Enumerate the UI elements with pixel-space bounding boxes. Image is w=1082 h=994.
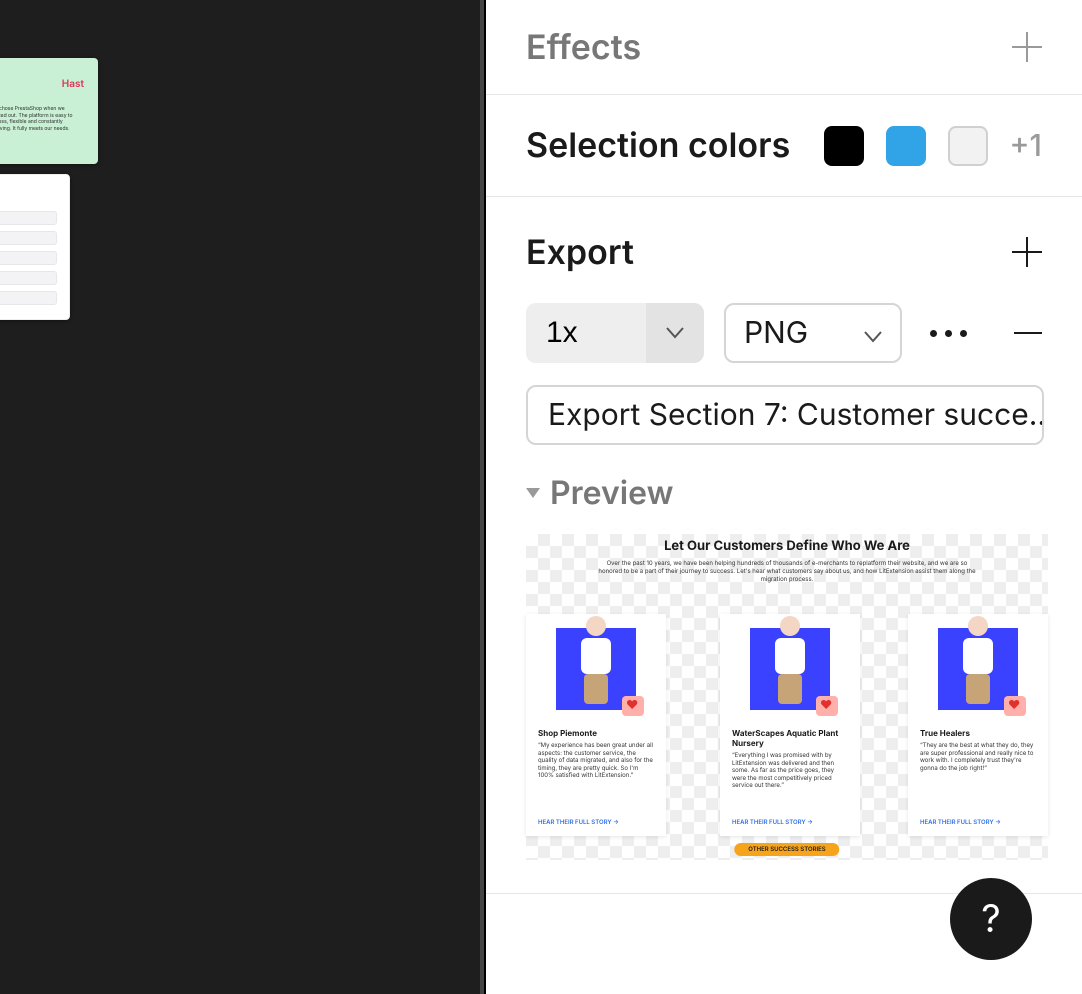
preview-toggle[interactable]: Preview: [526, 473, 1042, 512]
accordion-row: [0, 271, 57, 285]
heart-icon: [622, 696, 644, 716]
chevron-down-icon: [864, 331, 882, 343]
card-name: WaterScapes Aquatic Plant Nursery: [732, 728, 848, 748]
preview-label: Preview: [550, 473, 673, 512]
brand-label: Hast: [62, 78, 84, 90]
export-format-dropdown[interactable]: PNG: [724, 303, 902, 363]
export-scale-control[interactable]: [526, 303, 704, 363]
export-format-value: PNG: [744, 315, 808, 351]
add-effect-button[interactable]: [1012, 32, 1042, 62]
card-quote: “Everything I was promised with by LitEx…: [732, 752, 848, 790]
chevron-down-icon: [526, 488, 540, 498]
heart-icon: [1004, 696, 1026, 716]
card-quote: “My experience has been great under all …: [538, 742, 654, 780]
canvas-area[interactable]: Hast We chose PrestaShop when we started…: [0, 0, 486, 994]
canvas-frame-accordion[interactable]: ition: [0, 174, 70, 320]
color-swatch-grey[interactable]: [948, 126, 988, 166]
export-section: Export PNG: [486, 197, 1082, 890]
card-name: True Healers: [920, 728, 1036, 738]
selection-colors-title: Selection colors: [526, 125, 790, 166]
card-name: Shop Piemonte: [538, 728, 654, 738]
preview-subtitle: Over the past 10 years, we have been hel…: [594, 560, 980, 583]
selection-colors-section[interactable]: Selection colors +1: [486, 95, 1082, 197]
export-scale-dropdown[interactable]: [646, 303, 704, 363]
testimonial-card: True Healers “They are the best at what …: [908, 614, 1048, 836]
remove-export-button[interactable]: [1014, 332, 1042, 334]
color-swatch-black[interactable]: [824, 126, 864, 166]
help-button[interactable]: ?: [950, 878, 1032, 960]
accordion-row: [0, 251, 57, 265]
preview-heading: Let Our Customers Define Who We Are: [526, 538, 1048, 554]
color-swatch-blue[interactable]: [886, 126, 926, 166]
more-colors-indicator[interactable]: +1: [1010, 128, 1042, 164]
export-scale-input[interactable]: [526, 303, 646, 363]
testimonial-card: Shop Piemonte “My experience has been gr…: [526, 614, 666, 836]
card-link: HEAR THEIR FULL STORY →: [732, 819, 813, 826]
canvas-frame-testimonial[interactable]: Hast We chose PrestaShop when we started…: [0, 58, 98, 164]
help-icon: ?: [981, 896, 1000, 942]
heart-icon: [816, 696, 838, 716]
inspector-panel: Effects Selection colors +1 Export: [486, 0, 1082, 994]
export-options-button[interactable]: [930, 330, 967, 337]
accordion-row: [0, 211, 57, 225]
card-link: HEAR THEIR FULL STORY →: [920, 819, 1001, 826]
export-button-label: Export Section 7: Customer succe…: [548, 397, 1044, 433]
preview-cta-button: OTHER SUCCESS STORIES: [734, 843, 839, 856]
effects-section[interactable]: Effects: [486, 0, 1082, 95]
effects-title: Effects: [526, 27, 641, 68]
export-run-button[interactable]: Export Section 7: Customer succe…: [526, 385, 1044, 445]
export-title: Export: [526, 232, 634, 273]
testimonial-card: WaterScapes Aquatic Plant Nursery “Every…: [720, 614, 860, 836]
card-link: HEAR THEIR FULL STORY →: [538, 819, 619, 826]
accordion-row: [0, 291, 57, 305]
card-quote: “They are the best at what they do, they…: [920, 742, 1036, 772]
add-export-button[interactable]: [1012, 237, 1042, 267]
export-preview: Let Our Customers Define Who We Are Over…: [526, 534, 1048, 860]
chevron-down-icon: [666, 327, 684, 339]
accordion-row: [0, 231, 57, 245]
thumb-blurb: We chose PrestaShop when we started out.…: [0, 106, 80, 140]
